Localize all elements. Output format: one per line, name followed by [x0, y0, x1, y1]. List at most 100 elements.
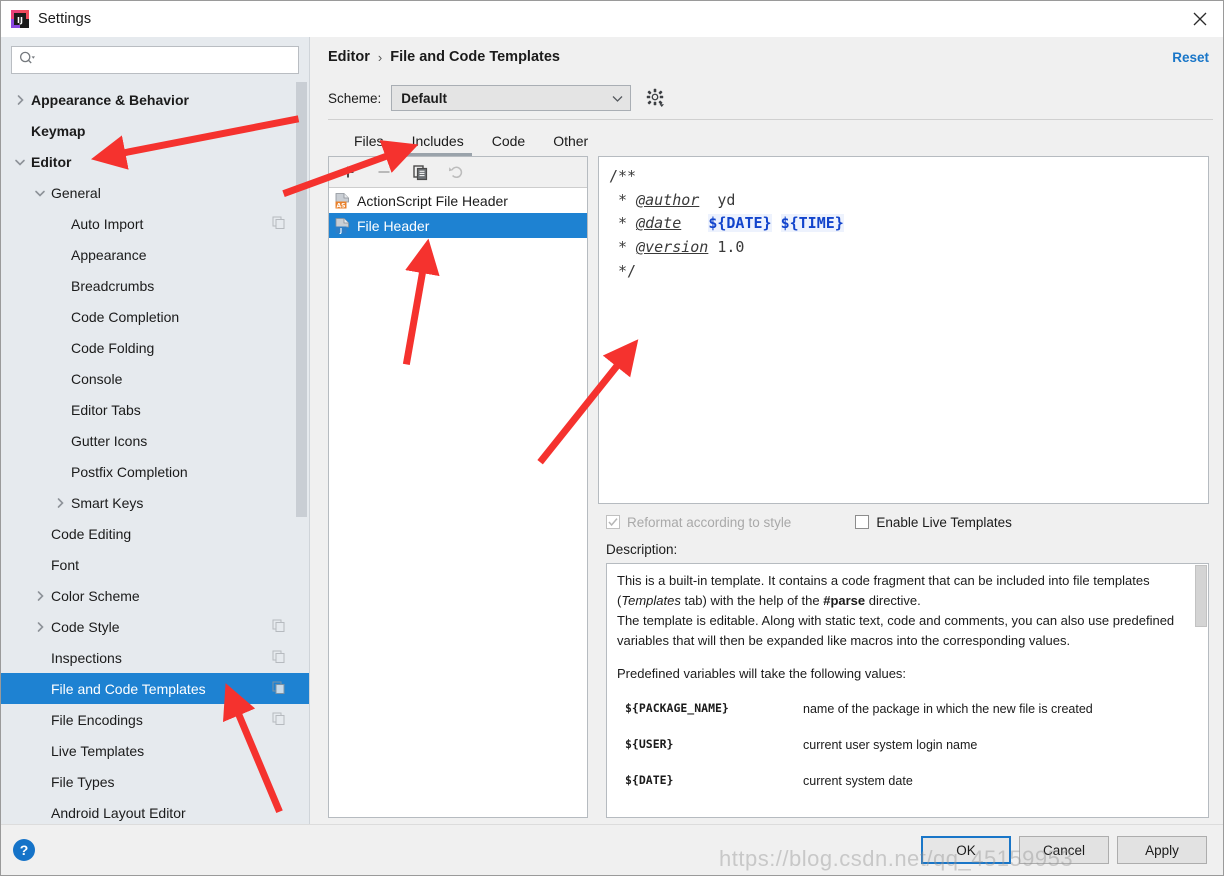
sidebar-item-smart-keys[interactable]: Smart Keys	[1, 487, 309, 518]
sidebar-item-label: Android Layout Editor	[51, 804, 186, 821]
sidebar-item-file-types[interactable]: File Types	[1, 766, 309, 797]
list-item[interactable]: AS ActionScript File Header	[329, 188, 587, 213]
description-p1-em: Templates	[621, 593, 681, 609]
breadcrumb: Editor › File and Code Templates Reset	[328, 37, 1209, 77]
sidebar-item-editor-tabs[interactable]: Editor Tabs	[1, 394, 309, 425]
code-line: * @date ${DATE} ${TIME}	[609, 214, 844, 233]
intellij-idea-logo-icon: IJ	[11, 10, 29, 28]
sidebar-item-label: File Types	[51, 773, 115, 790]
apply-button[interactable]: Apply	[1117, 836, 1207, 864]
copyable-settings-icon	[272, 216, 285, 232]
search-input[interactable]	[40, 52, 284, 68]
tab-code[interactable]: Code	[478, 133, 539, 156]
tab-includes[interactable]: Includes	[398, 133, 478, 156]
chevron-right-icon[interactable]	[13, 93, 27, 107]
template-code-editor[interactable]: /** * @author yd * @date ${DATE} ${TIME}…	[598, 156, 1209, 504]
sidebar-item-label: File Encodings	[51, 711, 143, 728]
copyable-settings-icon	[272, 681, 285, 697]
sidebar-item-code-style[interactable]: Code Style	[1, 611, 309, 642]
description-scrollbar[interactable]	[1195, 565, 1207, 816]
sidebar-item-label: Code Style	[51, 618, 120, 635]
sidebar-item-file-encodings[interactable]: File Encodings	[1, 704, 309, 735]
close-icon[interactable]	[1177, 1, 1223, 37]
variable-description: current system date	[803, 774, 913, 789]
settings-tree[interactable]: Appearance & Behavior Keymap Editor General…	[1, 82, 309, 824]
sidebar-item-auto-import[interactable]: Auto Import	[1, 208, 309, 239]
description-paragraph-2: The template is editable. Along with sta…	[617, 613, 1175, 649]
code-line: * @author yd	[609, 190, 736, 209]
sidebar-item-appearance[interactable]: Appearance	[1, 239, 309, 270]
sidebar-item-code-editing[interactable]: Code Editing	[1, 518, 309, 549]
variable-description: name of the package in which the new fil…	[803, 701, 1093, 716]
sidebar-item-android-layout-editor[interactable]: Android Layout Editor	[1, 797, 309, 824]
settings-sidebar: Appearance & Behavior Keymap Editor General…	[1, 37, 310, 824]
live-templates-checkbox[interactable]: Enable Live Templates	[855, 515, 1012, 530]
sidebar-item-gutter-icons[interactable]: Gutter Icons	[1, 425, 309, 456]
remove-button[interactable]	[373, 161, 395, 183]
search-box[interactable]	[11, 46, 299, 74]
breadcrumb-parent[interactable]: Editor	[328, 49, 370, 65]
ok-button[interactable]: OK	[921, 836, 1011, 864]
reformat-checkbox[interactable]: Reformat according to style	[606, 515, 791, 530]
description-scrollbar-thumb[interactable]	[1195, 565, 1207, 627]
sidebar-item-breadcrumbs[interactable]: Breadcrumbs	[1, 270, 309, 301]
tab-other[interactable]: Other	[539, 133, 602, 156]
reformat-checkbox-box[interactable]	[606, 515, 620, 529]
sidebar-item-label: Live Templates	[51, 742, 145, 759]
settings-content: Editor › File and Code Templates Reset S…	[310, 37, 1223, 824]
variable-name: ${PACKAGE_NAME}	[625, 700, 729, 715]
sidebar-item-label: Editor	[31, 153, 72, 170]
sidebar-item-label: Code Editing	[51, 525, 132, 542]
predefined-variables-table: ${PACKAGE_NAME} name of the package in wh…	[617, 696, 1198, 805]
sidebar-item-keymap[interactable]: Keymap	[1, 115, 309, 146]
sidebar-item-code-folding[interactable]: Code Folding	[1, 332, 309, 363]
sidebar-item-color-scheme[interactable]: Color Scheme	[1, 580, 309, 611]
scheme-select[interactable]: Default	[391, 85, 632, 111]
svg-text:IJ: IJ	[17, 16, 23, 25]
sidebar-item-editor[interactable]: Editor	[1, 146, 309, 177]
description-panel: This is a built-in template. It contains…	[606, 563, 1209, 818]
chevron-down-icon	[611, 91, 624, 106]
help-icon[interactable]: ?	[13, 839, 35, 861]
sidebar-item-label: Keymap	[31, 122, 86, 139]
sidebar-scrollbar[interactable]	[296, 37, 307, 824]
sidebar-item-font[interactable]: Font	[1, 549, 309, 580]
chevron-right-icon[interactable]	[33, 589, 47, 603]
sidebar-item-live-templates[interactable]: Live Templates	[1, 735, 309, 766]
template-list[interactable]: AS ActionScript File Header J File Heade…	[329, 188, 587, 817]
chevron-down-icon[interactable]	[13, 155, 27, 169]
undo-button[interactable]	[445, 161, 467, 183]
sidebar-scrollbar-thumb[interactable]	[296, 82, 307, 517]
chevron-down-icon[interactable]	[33, 186, 47, 200]
chevron-right-icon[interactable]	[53, 496, 67, 510]
code-tag: @author	[636, 190, 700, 209]
title-bar: IJ Settings	[1, 1, 1223, 37]
sidebar-item-file-and-code-templates[interactable]: File and Code Templates	[1, 673, 309, 704]
sidebar-item-postfix-completion[interactable]: Postfix Completion	[1, 456, 309, 487]
sidebar-item-general[interactable]: General	[1, 177, 309, 208]
sidebar-item-label: File and Code Templates	[51, 680, 206, 697]
sidebar-item-inspections[interactable]: Inspections	[1, 642, 309, 673]
code-var: ${TIME}	[780, 214, 844, 233]
dialog-footer: ? OK Cancel Apply	[1, 824, 1223, 875]
cancel-button[interactable]: Cancel	[1019, 836, 1109, 864]
copy-button[interactable]	[409, 161, 431, 183]
copyable-settings-icon	[272, 712, 285, 728]
add-button[interactable]	[337, 161, 359, 183]
description-paragraph-1: This is a built-in template. It contains…	[617, 571, 1198, 611]
sidebar-item-console[interactable]: Console	[1, 363, 309, 394]
checkbox-row: Reformat according to style Enable Live …	[598, 504, 1209, 540]
list-item-label: ActionScript File Header	[357, 192, 508, 209]
breadcrumb-separator: ›	[377, 49, 383, 65]
list-item[interactable]: J File Header	[329, 213, 587, 238]
sidebar-item-appearance-behavior[interactable]: Appearance & Behavior	[1, 84, 309, 115]
live-templates-checkbox-box[interactable]	[855, 515, 870, 529]
tab-files[interactable]: Files	[340, 133, 398, 156]
sidebar-item-code-completion[interactable]: Code Completion	[1, 301, 309, 332]
sidebar-item-label: General	[51, 184, 101, 201]
chevron-right-icon[interactable]	[33, 620, 47, 634]
gear-icon[interactable]	[645, 87, 667, 109]
java-file-icon: J	[335, 217, 350, 234]
sidebar-item-label: Code Completion	[71, 308, 180, 325]
reset-link[interactable]: Reset	[1172, 50, 1209, 65]
